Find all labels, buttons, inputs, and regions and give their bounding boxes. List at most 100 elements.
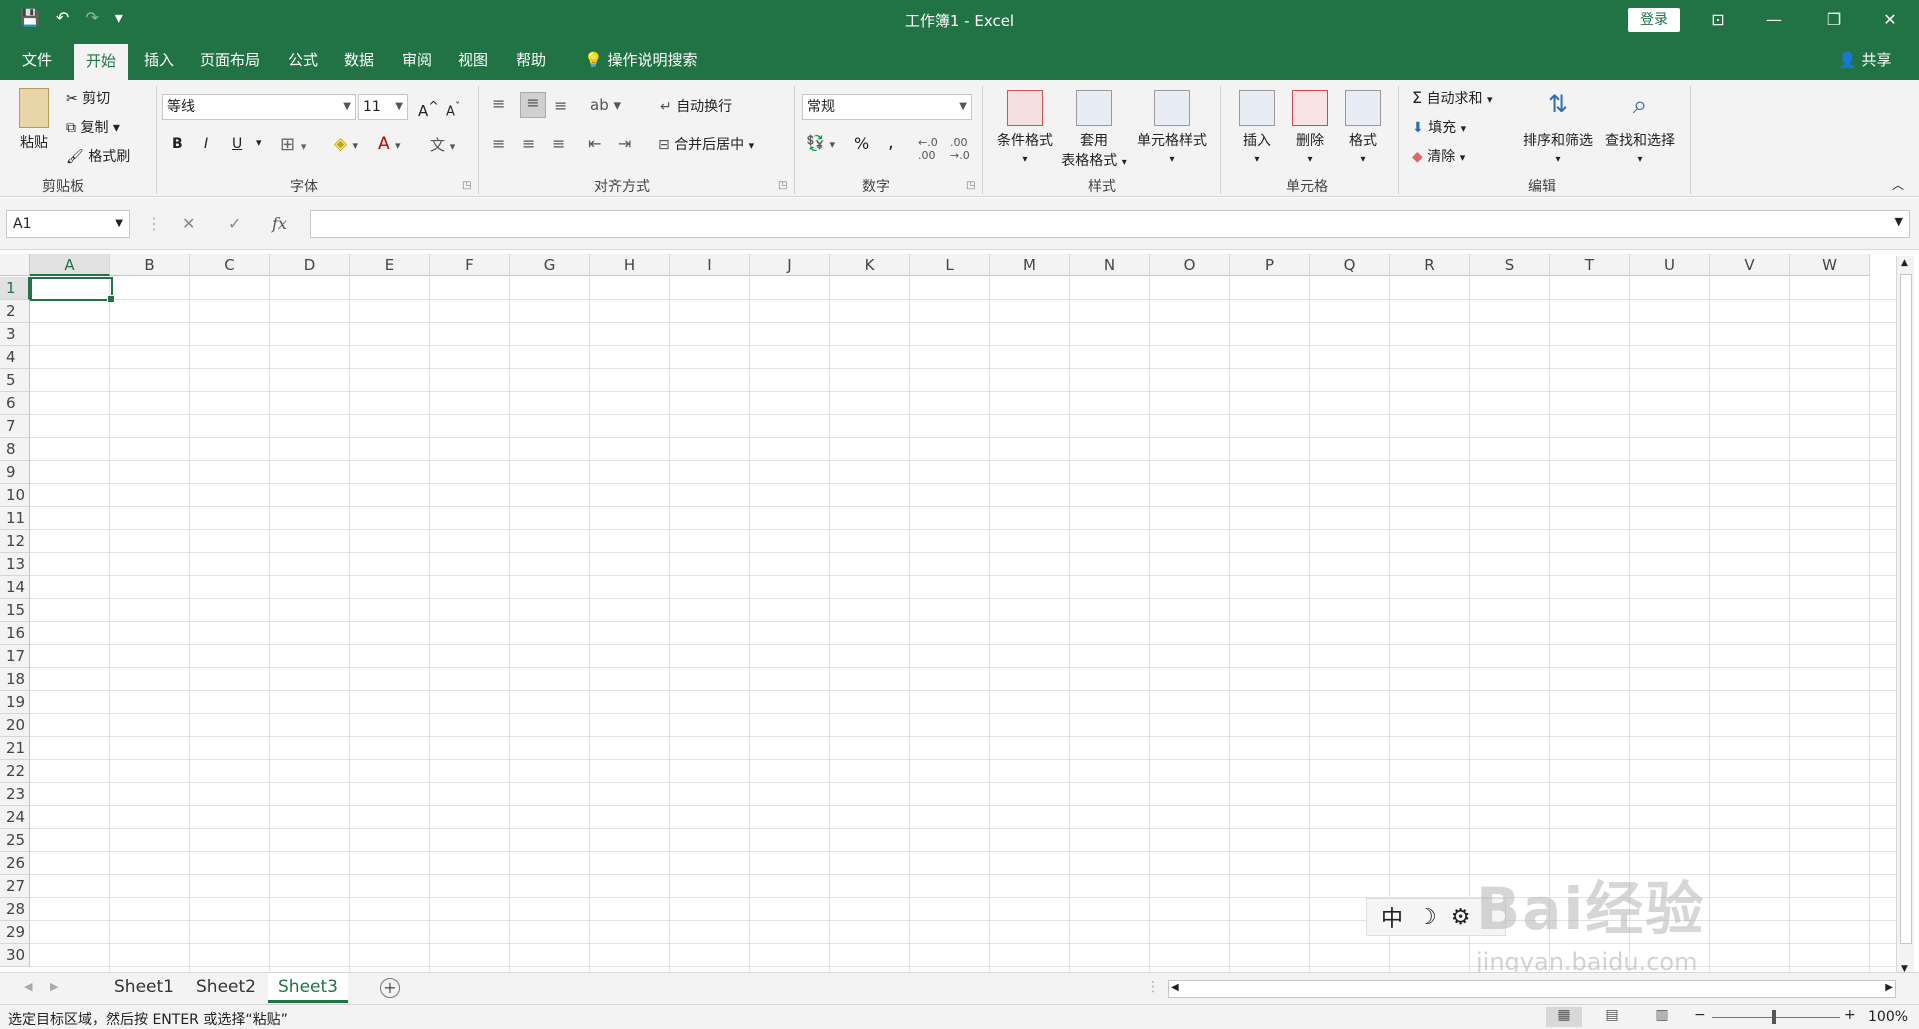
column-header[interactable]: V: [1710, 254, 1790, 276]
decrease-decimal-icon[interactable]: .00 →.0: [950, 136, 970, 162]
tab-file[interactable]: 文件: [10, 40, 64, 80]
align-bottom-icon[interactable]: ≡: [554, 96, 567, 115]
column-header[interactable]: K: [830, 254, 910, 276]
column-header[interactable]: A: [30, 254, 110, 276]
underline-button[interactable]: U: [232, 136, 242, 152]
column-header[interactable]: W: [1790, 254, 1870, 276]
row-header[interactable]: 23: [0, 783, 30, 806]
column-header[interactable]: C: [190, 254, 270, 276]
enter-entry-icon[interactable]: ✓: [228, 214, 241, 233]
row-header[interactable]: 6: [0, 392, 30, 415]
column-header[interactable]: P: [1230, 254, 1310, 276]
row-header[interactable]: 4: [0, 346, 30, 369]
prev-sheet-icon[interactable]: ◀: [24, 980, 32, 993]
delete-cells-button[interactable]: 删除 ▾: [1287, 90, 1333, 166]
conditional-formatting-button[interactable]: 条件格式 ▾: [992, 90, 1058, 166]
row-header[interactable]: 8: [0, 438, 30, 461]
ime-lang-toggle[interactable]: 中: [1381, 901, 1403, 933]
format-as-table-button[interactable]: 套用 表格格式 ▾: [1056, 90, 1132, 170]
page-break-view-icon[interactable]: ▥: [1644, 1007, 1680, 1027]
dialog-launcher-icon[interactable]: ◳: [462, 180, 471, 191]
formula-drag-handle[interactable]: ⋮: [146, 214, 162, 233]
cancel-entry-icon[interactable]: ✕: [182, 214, 195, 233]
font-color-icon[interactable]: A ▾: [378, 134, 401, 154]
horizontal-scrollbar[interactable]: ◀ ▶: [1168, 980, 1896, 998]
tab-page-layout[interactable]: 页面布局: [188, 40, 272, 80]
tab-view[interactable]: 视图: [446, 40, 500, 80]
column-header[interactable]: O: [1150, 254, 1230, 276]
autosum-button[interactable]: Σ 自动求和 ▾: [1412, 88, 1493, 108]
italic-button[interactable]: I: [204, 136, 208, 152]
row-header[interactable]: 7: [0, 415, 30, 438]
vertical-scroll-thumb[interactable]: [1900, 274, 1912, 944]
paste-button[interactable]: 粘贴: [14, 88, 54, 152]
column-header[interactable]: L: [910, 254, 990, 276]
row-header[interactable]: 9: [0, 461, 30, 484]
cell-styles-button[interactable]: 单元格样式 ▾: [1132, 90, 1212, 166]
dialog-launcher-icon[interactable]: ◳: [778, 180, 787, 191]
scroll-right-icon[interactable]: ▶: [1885, 982, 1893, 993]
row-header[interactable]: 10: [0, 484, 30, 507]
fill-button[interactable]: ⬇ 填充 ▾: [1412, 117, 1466, 137]
row-header[interactable]: 24: [0, 806, 30, 829]
number-format-combo[interactable]: 常规 ▼: [802, 94, 972, 120]
grow-font-button[interactable]: A^: [418, 98, 439, 120]
name-box[interactable]: A1 ▼: [6, 210, 130, 238]
row-header[interactable]: 20: [0, 714, 30, 737]
zoom-in-icon[interactable]: +: [1844, 1007, 1856, 1023]
vertical-scrollbar[interactable]: ▲ ▼: [1896, 256, 1914, 976]
align-top-icon[interactable]: ≡: [492, 94, 505, 113]
fill-color-icon[interactable]: ◈ ▾: [334, 134, 358, 154]
align-right-icon[interactable]: ≡: [552, 134, 565, 153]
row-header[interactable]: 3: [0, 323, 30, 346]
accounting-format-icon[interactable]: 💱 ▾: [806, 134, 835, 152]
row-header[interactable]: 25: [0, 829, 30, 852]
row-header[interactable]: 15: [0, 599, 30, 622]
merge-center-button[interactable]: ⊟ 合并后居中 ▾: [658, 134, 754, 154]
tab-insert[interactable]: 插入: [132, 40, 186, 80]
tab-help[interactable]: 帮助: [504, 40, 558, 80]
insert-function-button[interactable]: fx: [272, 214, 287, 233]
sheet-tab-1[interactable]: Sheet1: [104, 973, 184, 1003]
row-header[interactable]: 21: [0, 737, 30, 760]
tell-me-search[interactable]: 💡 操作说明搜索: [572, 40, 709, 80]
ribbon-display-options-icon[interactable]: ⊡: [1690, 0, 1746, 40]
sheet-tab-2[interactable]: Sheet2: [186, 973, 266, 1003]
select-all-corner[interactable]: [0, 254, 30, 276]
column-header[interactable]: R: [1390, 254, 1470, 276]
tab-review[interactable]: 审阅: [390, 40, 444, 80]
row-header[interactable]: 17: [0, 645, 30, 668]
zoom-out-icon[interactable]: −: [1694, 1007, 1706, 1023]
gear-icon[interactable]: ⚙: [1451, 905, 1471, 930]
zoom-level[interactable]: 100%: [1868, 1009, 1908, 1025]
clear-button[interactable]: ◆ 清除 ▾: [1412, 146, 1465, 166]
shrink-font-button[interactable]: Aˇ: [446, 100, 460, 119]
find-select-button[interactable]: ⌕ 查找和选择 ▾: [1600, 90, 1680, 166]
next-sheet-icon[interactable]: ▶: [50, 980, 58, 993]
wrap-text-button[interactable]: ↵ 自动换行: [660, 96, 732, 116]
row-header[interactable]: 18: [0, 668, 30, 691]
scroll-left-icon[interactable]: ◀: [1171, 982, 1179, 993]
row-header[interactable]: 11: [0, 507, 30, 530]
tab-home[interactable]: 开始: [74, 44, 129, 80]
row-header[interactable]: 12: [0, 530, 30, 553]
row-header[interactable]: 1: [0, 277, 30, 300]
align-left-icon[interactable]: ≡: [492, 134, 505, 153]
zoom-slider-knob[interactable]: [1772, 1010, 1776, 1024]
font-name-combo[interactable]: 等线 ▼: [162, 94, 356, 120]
tab-split-handle[interactable]: ⋮: [1146, 979, 1160, 995]
column-header[interactable]: I: [670, 254, 750, 276]
row-header[interactable]: 28: [0, 898, 30, 921]
insert-cells-button[interactable]: 插入 ▾: [1234, 90, 1280, 166]
format-painter-button[interactable]: 🖌 格式刷: [66, 146, 130, 166]
collapse-ribbon-icon[interactable]: ︿: [1892, 176, 1904, 193]
column-header[interactable]: E: [350, 254, 430, 276]
scroll-up-icon[interactable]: ▲: [1901, 258, 1908, 268]
copy-button[interactable]: ⧉ 复制 ▾: [66, 117, 120, 137]
column-header[interactable]: H: [590, 254, 670, 276]
sheet-tab-3[interactable]: Sheet3: [268, 973, 348, 1003]
column-header[interactable]: D: [270, 254, 350, 276]
tab-data[interactable]: 数据: [332, 40, 386, 80]
normal-view-icon[interactable]: ▦: [1546, 1007, 1582, 1027]
comma-style-button[interactable]: ,: [888, 132, 894, 153]
